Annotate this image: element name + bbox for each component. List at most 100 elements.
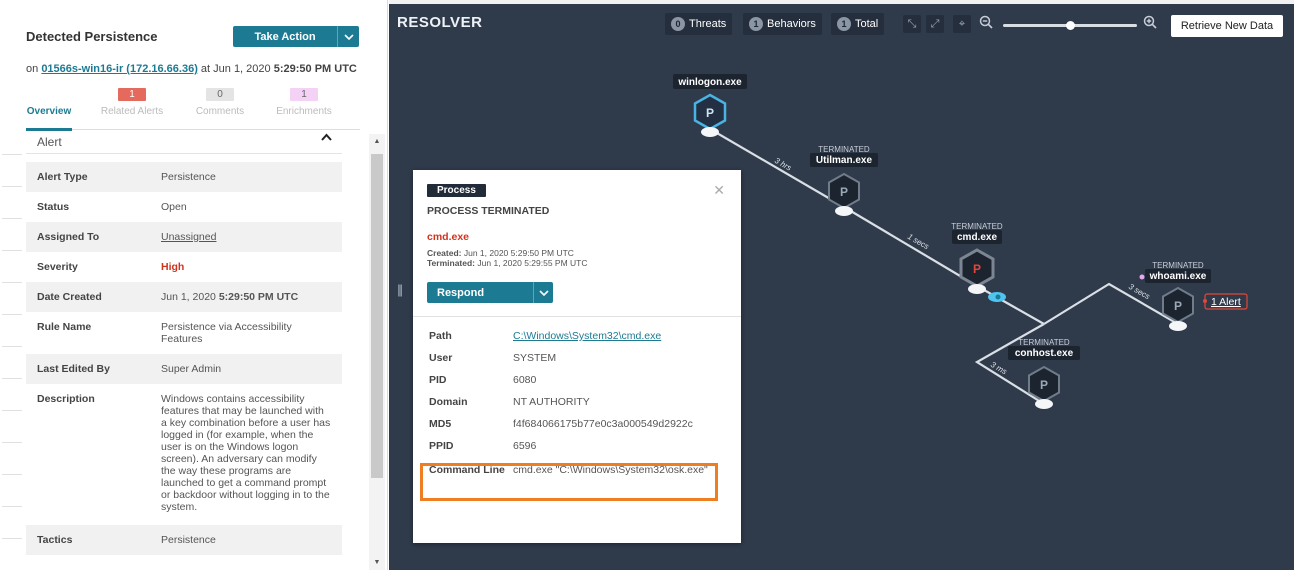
prop-row: Domain NT AUTHORITY [429, 396, 729, 418]
path-link[interactable]: C:\Windows\System32\cmd.exe [513, 330, 729, 342]
prop-key: PPID [429, 440, 454, 452]
description-value: Windows contains accessibility features … [161, 393, 331, 513]
field-key: Date Created [37, 291, 102, 303]
field-row: Rule Name Persistence via Accessibility F… [26, 312, 342, 354]
process-tag: Process [427, 184, 486, 197]
edge-label-3ms: 3 ms [989, 360, 1009, 376]
prop-value: SYSTEM [513, 352, 557, 364]
field-value: Persistence [161, 171, 216, 183]
node-label: Utilman.exe [816, 155, 873, 166]
node-label: cmd.exe [957, 232, 997, 243]
edge-label-3secs: 3 secs [1127, 282, 1152, 301]
field-row: Date Created Jun 1, 2020 5:29:50 PM UTC [26, 282, 342, 312]
scrollbar[interactable]: ▲ ▼ [369, 134, 385, 570]
prop-value: NT AUTHORITY [513, 396, 590, 408]
edge-label-3hrs: 3 hrs [773, 156, 793, 173]
tab-overview[interactable]: Overview [26, 106, 72, 131]
related-alerts-badge: 1 [118, 88, 146, 101]
node-winlogon[interactable]: winlogon.exe P [673, 74, 747, 137]
prop-row: MD5 f4f684066175b77e0c3a000549d2922c [429, 418, 729, 440]
host-prefix: on [26, 63, 39, 75]
tab-comments[interactable]: 0 Comments [191, 88, 249, 117]
host-line: on 01566s-win16-ir (172.16.66.36) at Jun… [26, 63, 357, 75]
node-conhost[interactable]: TERMINATED conhost.exe P [1008, 338, 1080, 409]
field-row: Alert Type Persistence [26, 162, 342, 192]
field-row: Status Open [26, 192, 342, 222]
node-label: winlogon.exe [677, 77, 742, 88]
alert-link[interactable]: 1 Alert [1203, 293, 1248, 310]
panel-title: Detected Persistence [26, 29, 158, 44]
scroll-up-icon[interactable]: ▲ [369, 138, 385, 145]
prop-value: f4f684066175b77e0c3a000549d2922c [513, 418, 693, 430]
prop-key: User [429, 352, 453, 364]
tab-related-alerts[interactable]: 1 Related Alerts [96, 88, 168, 117]
terminated-label: TERMINATED [1018, 338, 1070, 347]
alert-fields: Alert Type Persistence Status Open Assigne… [26, 162, 342, 555]
chevron-down-icon[interactable] [533, 282, 553, 303]
field-value: Jun 1, 2020 5:29:50 PM UTC [161, 291, 342, 303]
chevron-down-icon[interactable] [337, 26, 359, 47]
process-properties: Path C:\Windows\System32\cmd.exe User SYST… [429, 330, 729, 476]
node-whoami[interactable]: TERMINATED whoami.exe P [1139, 261, 1212, 331]
process-icon: P [1174, 299, 1182, 313]
node-utilman[interactable]: TERMINATED Utilman.exe P [810, 145, 878, 216]
terminated-label: TERMINATED [951, 222, 1003, 231]
edge-whoami [1043, 282, 1179, 325]
edge-utilman-cmd [843, 206, 978, 287]
field-key: Assigned To [37, 231, 100, 243]
process-name: cmd.exe [427, 231, 470, 243]
field-key: Last Edited By [37, 363, 110, 375]
enrichments-badge: 1 [290, 88, 318, 101]
terminated-value: Jun 1, 2020 5:29:55 PM UTC [477, 258, 588, 268]
edge-cmd-branch [976, 285, 1045, 325]
tab-label: Enrichments [276, 106, 332, 117]
row-dividers [2, 154, 22, 570]
alert-section-header[interactable]: Alert [26, 132, 342, 154]
field-value: Open [161, 201, 187, 213]
prop-row: PID 6080 [429, 374, 729, 396]
severity-value: High [161, 261, 185, 273]
node-label: whoami.exe [1149, 271, 1207, 282]
edge-label-1secs: 1 secs [906, 232, 931, 251]
scrollbar-thumb[interactable] [371, 154, 383, 478]
terminated-label: TERMINATED [1152, 261, 1204, 270]
host-date: at Jun 1, 2020 [200, 63, 271, 75]
section-title: Alert [37, 135, 62, 149]
field-key: Alert Type [37, 171, 88, 183]
field-row: Tactics Persistence [26, 525, 342, 555]
prop-row: PPID 6596 [429, 440, 729, 462]
process-icon: P [1040, 378, 1048, 392]
tab-enrichments[interactable]: 1 Enrichments [272, 88, 336, 117]
alert-link-label: 1 Alert [1211, 296, 1241, 308]
prop-value: 6596 [513, 440, 537, 452]
alert-details-panel: Detected Persistence Take Action on 0156… [0, 0, 388, 570]
prop-key: Domain [429, 396, 468, 408]
take-action-label: Take Action [254, 30, 316, 43]
field-value: Persistence via Accessibility Features [161, 321, 292, 345]
field-row: Description Windows contains accessibilit… [26, 384, 342, 525]
comments-badge: 0 [206, 88, 234, 101]
host-link[interactable]: 01566s-win16-ir (172.16.66.36) [41, 63, 198, 75]
close-icon[interactable]: ✕ [713, 182, 725, 199]
field-key: Rule Name [37, 321, 92, 333]
field-value: Super Admin [161, 363, 222, 375]
scroll-down-icon[interactable]: ▼ [369, 559, 385, 566]
field-key: Tactics [37, 534, 73, 546]
field-key: Severity [37, 261, 78, 273]
process-times: Created: Jun 1, 2020 5:29:50 PM UTC Term… [427, 248, 588, 268]
take-action-button[interactable]: Take Action [233, 26, 359, 47]
field-key: Description [37, 393, 95, 405]
command-line-highlight [420, 463, 718, 501]
respond-button[interactable]: Respond [427, 282, 553, 303]
selected-node-marker [988, 292, 1006, 302]
prop-row: User SYSTEM [429, 352, 729, 374]
created-label: Created: [427, 248, 462, 258]
assigned-to-link[interactable]: Unassigned [161, 231, 342, 243]
divider [413, 316, 741, 317]
tab-label: Related Alerts [100, 106, 164, 117]
field-row: Severity High [26, 252, 342, 282]
field-value: Persistence [161, 534, 216, 546]
prop-key: MD5 [429, 418, 452, 430]
node-cmd[interactable]: TERMINATED cmd.exe P [951, 222, 1003, 294]
chevron-up-icon[interactable] [321, 132, 332, 147]
